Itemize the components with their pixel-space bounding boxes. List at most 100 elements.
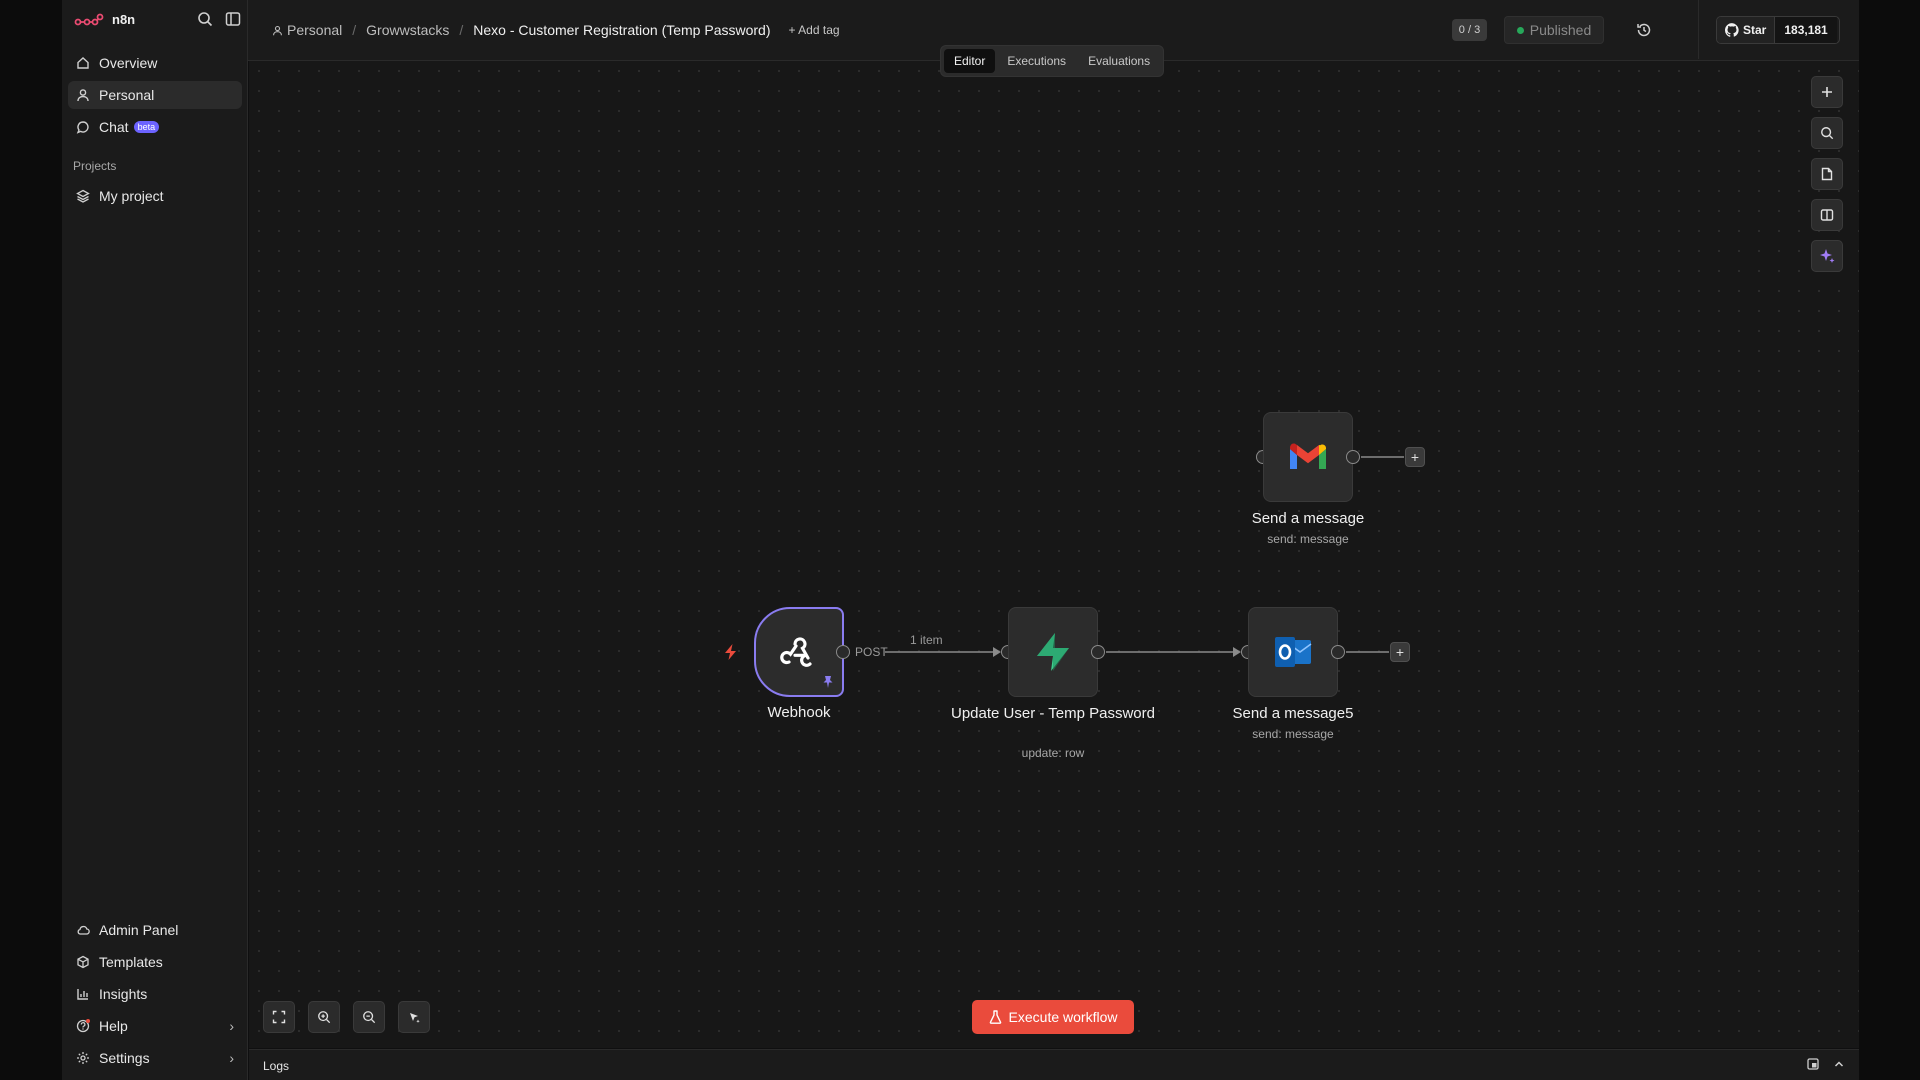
panel-icon <box>1820 209 1834 221</box>
user-icon <box>77 89 89 102</box>
sidebar-item-my-project[interactable]: My project <box>68 182 242 210</box>
sidebar-item-label: Settings <box>99 1050 150 1066</box>
active-counter-badge[interactable]: 0 / 3 <box>1452 19 1487 41</box>
toggle-panel-tool[interactable] <box>1811 199 1843 231</box>
user-icon <box>273 25 282 35</box>
zoom-in-button[interactable] <box>308 1001 340 1033</box>
node-title: Webhook <box>767 704 831 721</box>
sidebar-item-label: Chat <box>99 119 129 135</box>
node-send-message[interactable] <box>1263 412 1353 502</box>
output-handle[interactable] <box>1346 450 1360 464</box>
github-star-count: 183,181 <box>1775 17 1837 43</box>
outlook-icon <box>1275 637 1312 667</box>
n8n-logo-icon <box>74 13 104 25</box>
node-subtitle: send: message <box>1267 532 1349 546</box>
execute-workflow-button[interactable]: Execute workflow <box>972 1000 1134 1034</box>
github-icon <box>1725 23 1739 37</box>
trigger-bolt-icon <box>725 644 736 660</box>
breadcrumb-separator: / <box>352 22 357 38</box>
help-icon <box>76 1019 90 1033</box>
add-node-button[interactable]: + <box>1390 642 1410 662</box>
status-dot <box>1516 26 1524 34</box>
node-update-user[interactable] <box>1008 607 1098 697</box>
search-nodes-tool[interactable] <box>1811 117 1843 149</box>
plus-icon <box>1822 87 1832 97</box>
zoom-out-button[interactable] <box>353 1001 385 1033</box>
logs-panel[interactable]: Logs <box>249 1049 1859 1080</box>
note-icon <box>1821 167 1833 181</box>
github-star-label: Star <box>1743 23 1767 37</box>
sidebar-item-settings[interactable]: Settings › <box>68 1044 242 1072</box>
node-subtitle: update: row <box>1021 746 1085 760</box>
edge-label-method: POST <box>855 645 888 659</box>
tidy-up-button[interactable] <box>398 1001 430 1033</box>
collapse-sidebar-icon[interactable] <box>225 11 241 27</box>
sticky-note-tool[interactable] <box>1811 158 1843 190</box>
pop-out-icon[interactable] <box>1807 1058 1819 1070</box>
workflow-name[interactable]: Nexo - Customer Registration (Temp Passw… <box>473 22 770 38</box>
sidebar-item-templates[interactable]: Templates <box>68 948 242 976</box>
sidebar-item-chat[interactable]: Chat beta <box>68 113 242 141</box>
chart-icon <box>77 989 88 1000</box>
window-gutter-right <box>1859 0 1920 1080</box>
tab-editor[interactable]: Editor <box>944 49 996 73</box>
node-subtitle: send: message <box>1252 727 1334 741</box>
gmail-icon <box>1290 443 1326 469</box>
search-icon[interactable] <box>197 11 213 27</box>
sidebar-item-label: My project <box>99 188 164 204</box>
node-webhook[interactable] <box>754 607 844 697</box>
home-icon <box>77 57 89 69</box>
history-icon[interactable] <box>1635 21 1653 39</box>
search-icon <box>1821 127 1834 140</box>
breadcrumb: Personal / Growwstacks / Nexo - Customer… <box>272 22 840 38</box>
chevron-right-icon: › <box>229 1050 234 1066</box>
sidebar-item-personal[interactable]: Personal <box>68 81 242 109</box>
node-title: Send a message <box>1251 510 1365 527</box>
output-handle[interactable] <box>1331 645 1345 659</box>
fullscreen-icon <box>272 1010 286 1024</box>
brand-name: n8n <box>112 12 136 27</box>
cloud-icon <box>77 925 90 935</box>
breadcrumb-separator: / <box>459 22 464 38</box>
github-star: Star <box>1717 17 1776 43</box>
output-handle[interactable] <box>836 645 850 659</box>
zoom-out-icon <box>363 1011 376 1024</box>
output-handle[interactable] <box>1091 645 1105 659</box>
pin-icon <box>823 676 833 688</box>
tab-evaluations[interactable]: Evaluations <box>1078 49 1160 73</box>
sidebar: n8n Overview Personal Chat beta Projects… <box>62 0 248 1080</box>
breadcrumb-personal[interactable]: Personal <box>287 22 342 38</box>
published-label: Published <box>1529 22 1592 38</box>
node-send-message5[interactable] <box>1248 607 1338 697</box>
tab-executions[interactable]: Executions <box>997 49 1076 73</box>
webhook-icon <box>780 637 812 667</box>
sidebar-item-insights[interactable]: Insights <box>68 980 242 1008</box>
add-node-tool[interactable] <box>1811 76 1843 108</box>
header-divider <box>1698 0 1699 59</box>
projects-heading: Projects <box>73 159 117 173</box>
execute-workflow-label: Execute workflow <box>1008 1009 1118 1025</box>
flask-icon <box>989 1010 1001 1024</box>
sidebar-item-help[interactable]: Help › <box>68 1012 242 1040</box>
sparkle-icon <box>1820 249 1835 263</box>
add-tag-button[interactable]: + Add tag <box>789 23 840 37</box>
window-gutter-left <box>0 0 62 1080</box>
fit-view-button[interactable] <box>263 1001 295 1033</box>
chevron-up-icon[interactable] <box>1833 1058 1845 1070</box>
published-status-button[interactable]: Published <box>1504 16 1604 44</box>
beta-badge: beta <box>133 121 160 133</box>
github-star-button[interactable]: Star 183,181 <box>1716 16 1840 44</box>
node-title: Update User - Temp Password <box>951 705 1155 722</box>
add-node-button[interactable]: + <box>1405 447 1425 467</box>
workflow-canvas[interactable] <box>249 61 1859 1048</box>
brand[interactable]: n8n <box>74 12 135 27</box>
breadcrumb-folder[interactable]: Growwstacks <box>366 22 449 38</box>
sidebar-item-label: Insights <box>99 986 148 1002</box>
sidebar-item-admin-panel[interactable]: Admin Panel <box>68 916 242 944</box>
cursor-sparkle-icon <box>410 1013 420 1023</box>
sidebar-item-overview[interactable]: Overview <box>68 49 242 77</box>
logs-label: Logs <box>263 1059 290 1073</box>
ai-assistant-tool[interactable] <box>1811 240 1843 272</box>
sidebar-item-label: Personal <box>99 87 155 103</box>
sidebar-item-label: Overview <box>99 55 158 71</box>
